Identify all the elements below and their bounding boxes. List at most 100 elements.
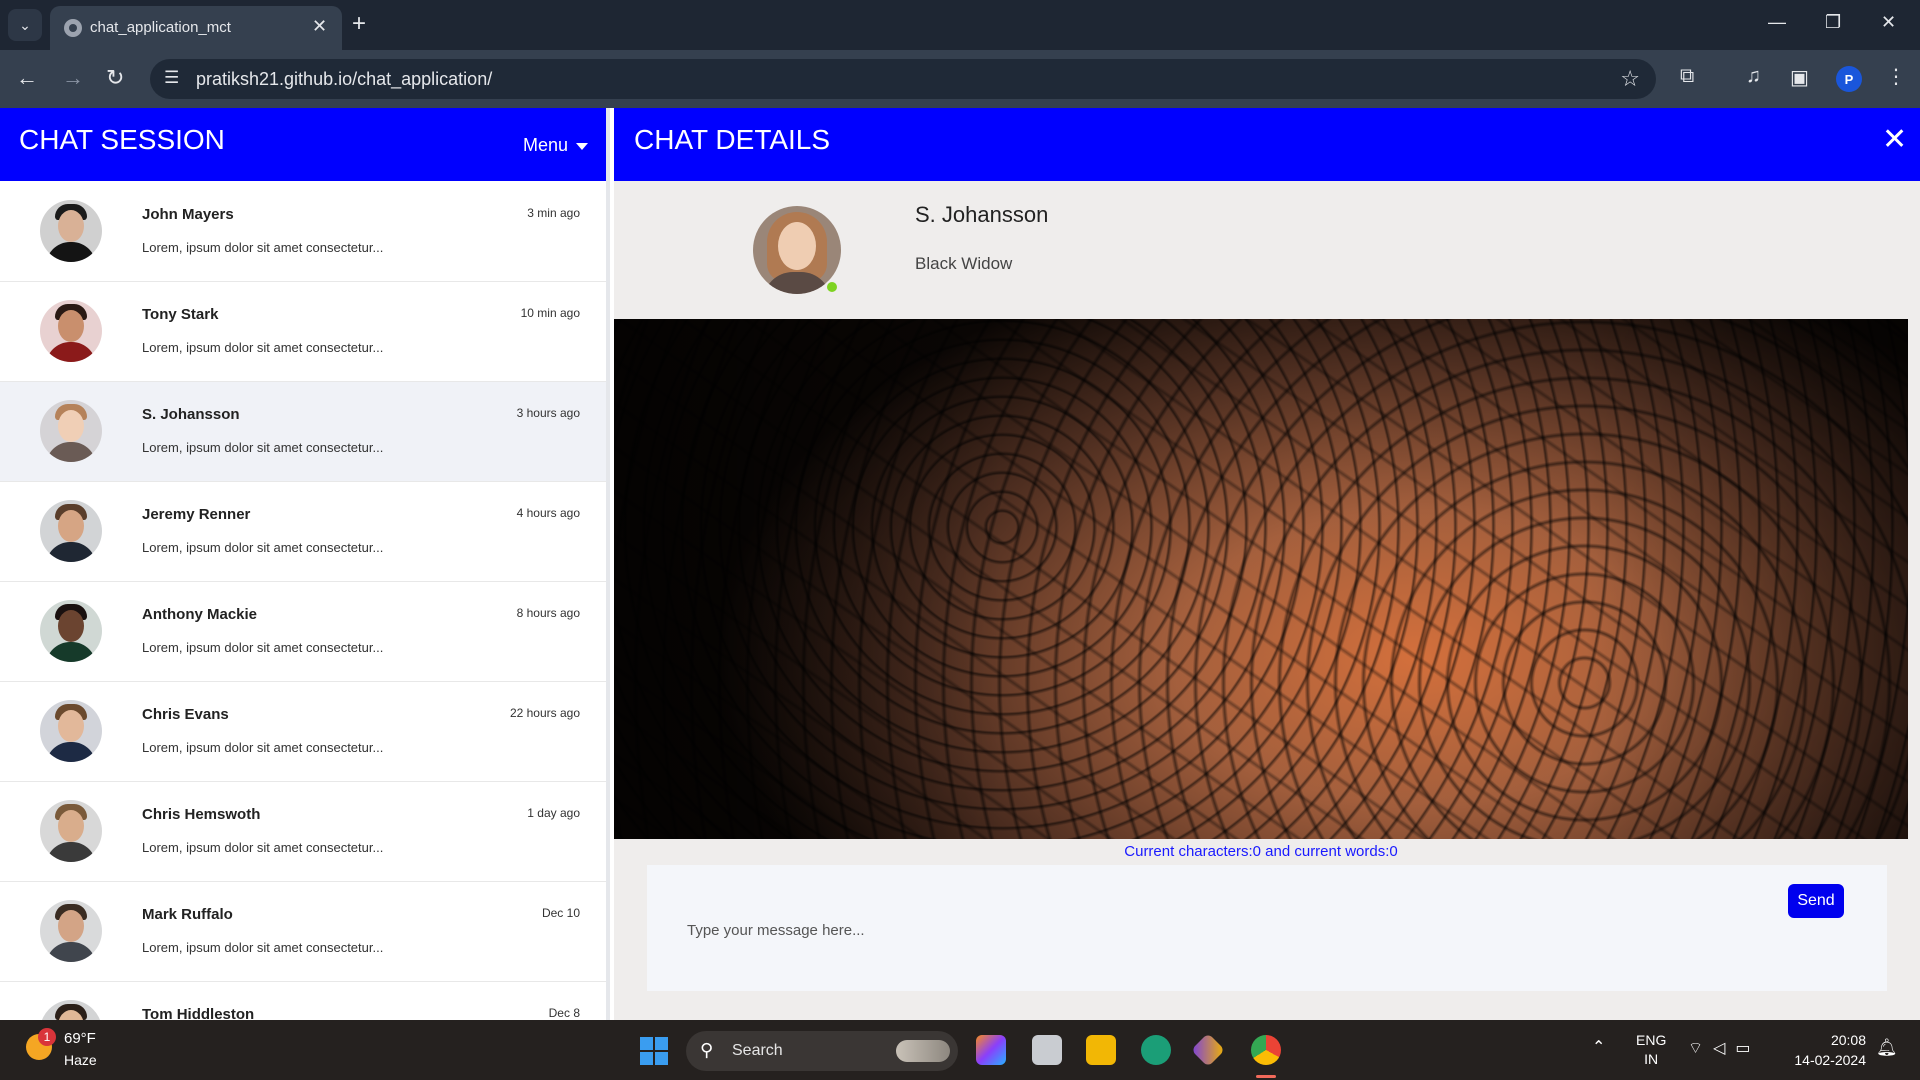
contact-timestamp: 4 hours ago bbox=[516, 506, 580, 520]
contact-name: Tom Hiddleston bbox=[142, 1006, 255, 1020]
contact-avatar bbox=[40, 800, 102, 862]
bookmark-star-icon[interactable]: ☆ bbox=[1620, 66, 1640, 92]
contact-list: John Mayers 3 min ago Lorem, ipsum dolor s… bbox=[0, 182, 606, 1020]
search-highlight-image bbox=[896, 1040, 950, 1062]
chat-session-panel: CHAT SESSION Menu John Mayers 3 min ago Lo… bbox=[0, 108, 610, 1020]
contact-name: Jeremy Renner bbox=[142, 506, 251, 523]
contact-name: Anthony Mackie bbox=[142, 606, 258, 623]
contact-timestamp: 3 hours ago bbox=[516, 406, 580, 420]
taskbar-clock[interactable]: 20:08 14-02-2024 bbox=[1788, 1030, 1866, 1070]
contact-name: John Mayers bbox=[142, 206, 234, 223]
contact-name: Tony Stark bbox=[142, 306, 219, 323]
chatgpt-app-icon[interactable] bbox=[1141, 1035, 1171, 1065]
contact-list-item[interactable]: S. Johansson 3 hours ago Lorem, ipsum dolo… bbox=[0, 382, 606, 482]
caret-down-icon bbox=[576, 142, 589, 150]
contact-timestamp: Dec 10 bbox=[541, 906, 580, 920]
file-explorer-icon[interactable] bbox=[1086, 1035, 1116, 1065]
minimize-icon[interactable]: — bbox=[1768, 12, 1786, 33]
online-status-dot bbox=[825, 280, 839, 294]
contact-avatar bbox=[40, 500, 102, 562]
web-page: CHAT SESSION Menu John Mayers 3 min ago Lo… bbox=[0, 108, 1920, 1020]
contact-name: Chris Evans bbox=[142, 706, 229, 723]
contact-avatar bbox=[40, 700, 102, 762]
close-tab-icon[interactable]: ✕ bbox=[312, 16, 327, 37]
chat-session-title: CHAT SESSION bbox=[19, 124, 225, 155]
chat-details-panel: CHAT DETAILS ✕ S. Johansson Black Widow … bbox=[614, 108, 1920, 1020]
contact-last-message: Lorem, ipsum dolor sit amet consectetur.… bbox=[142, 540, 384, 555]
new-tab-icon[interactable]: + bbox=[352, 10, 366, 38]
character-word-counter: Current characters:0 and current words:0 bbox=[1124, 843, 1398, 860]
contact-list-item[interactable]: Chris Evans 22 hours ago Lorem, ipsum dolo… bbox=[0, 682, 606, 782]
windows-start-icon[interactable] bbox=[640, 1037, 668, 1065]
contact-list-item[interactable]: Jeremy Renner 4 hours ago Lorem, ipsum dol… bbox=[0, 482, 606, 582]
browser-menu-icon[interactable]: ⋮ bbox=[1886, 64, 1906, 89]
back-icon[interactable]: ← bbox=[16, 64, 38, 92]
contact-last-message: Lorem, ipsum dolor sit amet consectetur.… bbox=[142, 840, 384, 855]
forward-icon[interactable]: → bbox=[62, 64, 84, 92]
chat-background-image bbox=[614, 319, 1908, 839]
message-composer: Send bbox=[647, 865, 1887, 991]
contact-avatar bbox=[40, 900, 102, 962]
contact-list-item[interactable]: Tony Stark 10 min ago Lorem, ipsum dolor s… bbox=[0, 282, 606, 382]
site-info-icon[interactable]: ☰ bbox=[164, 68, 179, 88]
tab-title: chat_application_mct bbox=[90, 19, 231, 36]
contact-last-message: Lorem, ipsum dolor sit amet consectetur.… bbox=[142, 940, 384, 955]
browser-tab[interactable]: chat_application_mct ✕ bbox=[50, 6, 342, 50]
contact-last-message: Lorem, ipsum dolor sit amet consectetur.… bbox=[142, 640, 384, 655]
weather-description[interactable]: Haze bbox=[64, 1052, 97, 1068]
taskbar-search-label: Search bbox=[732, 1042, 783, 1059]
profile-subtitle: Black Widow bbox=[915, 254, 1013, 273]
weather-badge: 1 bbox=[38, 1028, 56, 1046]
active-app-indicator bbox=[1256, 1075, 1276, 1078]
taskbar-search[interactable]: ⚲ Search bbox=[686, 1031, 958, 1071]
show-hidden-icons-chevron-icon[interactable]: ⌃ bbox=[1592, 1037, 1605, 1057]
contact-list-item[interactable]: John Mayers 3 min ago Lorem, ipsum dolor s… bbox=[0, 182, 606, 282]
task-view-icon[interactable] bbox=[1032, 1035, 1062, 1065]
menu-dropdown-button[interactable]: Menu bbox=[523, 135, 589, 156]
contact-last-message: Lorem, ipsum dolor sit amet consectetur.… bbox=[142, 740, 384, 755]
contact-list-item[interactable]: Anthony Mackie 8 hours ago Lorem, ipsum do… bbox=[0, 582, 606, 682]
window-close-icon[interactable]: ✕ bbox=[1881, 12, 1896, 33]
contact-timestamp: 22 hours ago bbox=[509, 706, 580, 720]
git-app-icon[interactable] bbox=[1191, 1033, 1225, 1067]
close-icon[interactable]: ✕ bbox=[1882, 125, 1907, 155]
contact-list-item[interactable]: Chris Hemswoth 1 day ago Lorem, ipsum dolo… bbox=[0, 782, 606, 882]
contact-avatar bbox=[40, 300, 102, 362]
reload-icon[interactable]: ↻ bbox=[106, 64, 124, 92]
side-panel-icon[interactable]: ▣ bbox=[1790, 65, 1809, 90]
send-button[interactable]: Send bbox=[1788, 884, 1844, 918]
contact-avatar bbox=[40, 600, 102, 662]
browser-toolbar: ← → ↻ ☰ pratiksh21.github.io/chat_applic… bbox=[0, 50, 1920, 108]
chat-details-header: CHAT DETAILS ✕ bbox=[614, 108, 1920, 181]
input-language-indicator[interactable]: ENG IN bbox=[1636, 1031, 1666, 1069]
url-text[interactable]: pratiksh21.github.io/chat_application/ bbox=[196, 69, 492, 90]
profile-avatar[interactable]: P bbox=[1836, 66, 1862, 92]
contact-avatar bbox=[40, 1000, 102, 1020]
chat-session-header: CHAT SESSION Menu bbox=[0, 108, 606, 181]
browser-tab-bar: ⌄ chat_application_mct ✕ + — ❐ ✕ bbox=[0, 0, 1920, 50]
media-control-icon[interactable]: ♫ bbox=[1746, 65, 1761, 88]
copilot-app-icon[interactable] bbox=[976, 1035, 1006, 1065]
chat-details-title: CHAT DETAILS bbox=[634, 124, 831, 155]
contact-list-item[interactable]: Tom HiddlestonDec 8Lorem, ipsum dolor si… bbox=[0, 982, 606, 1020]
message-input[interactable] bbox=[687, 915, 1767, 945]
windows-taskbar: 1 69°F Haze ⚲ Search ⌃ ENG IN ⌔◁▭ 20:08 … bbox=[0, 1020, 1920, 1080]
contact-timestamp: 1 day ago bbox=[527, 806, 580, 820]
contact-last-message: Lorem, ipsum dolor sit amet consectetur.… bbox=[142, 440, 384, 455]
contact-avatar bbox=[40, 400, 102, 462]
address-bar[interactable]: ☰ pratiksh21.github.io/chat_application/… bbox=[150, 59, 1656, 99]
restore-icon[interactable]: ❐ bbox=[1825, 12, 1841, 33]
network-volume-battery-icons[interactable]: ⌔◁▭ bbox=[1688, 1038, 1760, 1058]
contact-list-item[interactable]: Mark Ruffalo Dec 10 Lorem, ipsum dolor sit… bbox=[0, 882, 606, 982]
contact-last-message: Lorem, ipsum dolor sit amet consectetur.… bbox=[142, 340, 384, 355]
contact-name: S. Johansson bbox=[142, 406, 240, 423]
notification-bell-icon[interactable]: 🔔︎ bbox=[1876, 1038, 1898, 1058]
contact-name: Mark Ruffalo bbox=[142, 906, 233, 923]
contact-last-message: Lorem, ipsum dolor sit amet consectetur.… bbox=[142, 240, 384, 255]
globe-icon bbox=[64, 19, 82, 37]
chat-profile-area: S. Johansson Black Widow bbox=[614, 181, 1920, 319]
tab-search-button[interactable]: ⌄ bbox=[8, 9, 42, 41]
weather-temperature[interactable]: 69°F bbox=[64, 1030, 96, 1047]
chrome-app-icon[interactable] bbox=[1251, 1035, 1281, 1065]
extensions-icon[interactable]: ⧉ bbox=[1680, 65, 1694, 88]
